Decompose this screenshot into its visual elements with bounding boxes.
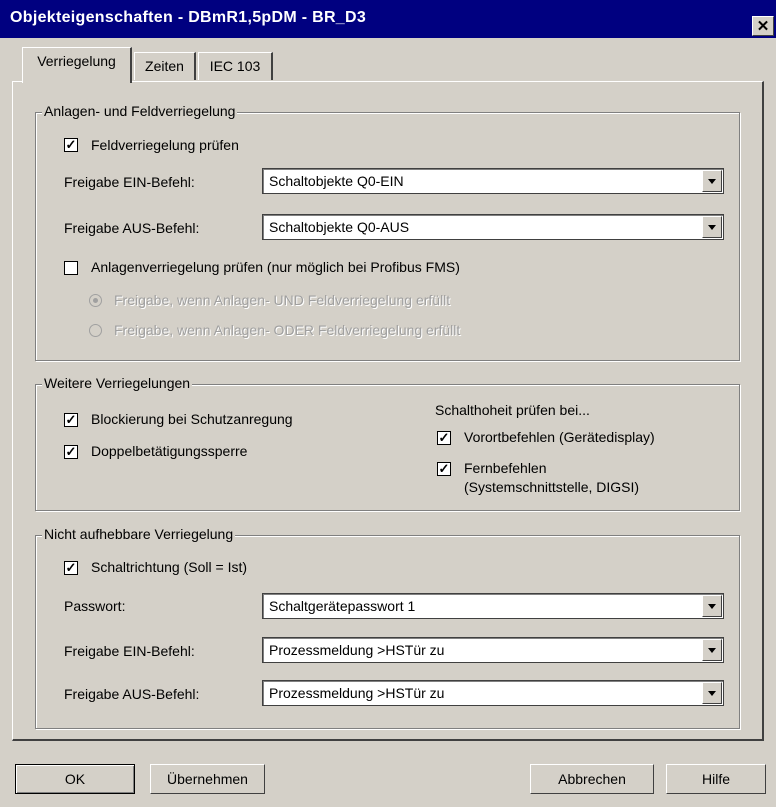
group-title: Anlagen- und Feldverriegelung: [42, 103, 238, 119]
doppelbetaetigung-label: Doppelbetätigungssperre: [91, 443, 248, 459]
window-title: Objekteigenschaften - DBmR1,5pDM - BR_D3: [10, 9, 367, 26]
freigabe-aus-select[interactable]: Schaltobjekte Q0-AUS: [262, 214, 724, 240]
freigabe-aus-label: Freigabe AUS-Befehl:: [64, 220, 200, 236]
freigabe-aus-value: Schaltobjekte Q0-AUS: [269, 219, 410, 235]
freigabe-ein-select[interactable]: Schaltobjekte Q0-EIN: [262, 168, 724, 194]
nicht-aufhebbar-aus-select[interactable]: Prozessmeldung >HSTür zu: [262, 680, 724, 706]
feldverriegelung-label: Feldverriegelung prüfen: [91, 137, 239, 153]
cancel-button[interactable]: Abbrechen: [530, 764, 654, 794]
nicht-aufhebbar-ein-value: Prozessmeldung >HSTür zu: [269, 642, 445, 658]
vorortbefehlen-label: Vorortbefehlen (Gerätedisplay): [464, 429, 655, 445]
fernbefehlen-sublabel: (Systemschnittstelle, DIGSI): [464, 479, 640, 495]
radio-oder-label: Freigabe, wenn Anlagen- ODER Feldverrieg…: [114, 322, 461, 338]
passwort-label: Passwort:: [64, 598, 126, 614]
group-title: Nicht aufhebbare Verriegelung: [42, 526, 236, 542]
freigabe-ein-value: Schaltobjekte Q0-EIN: [269, 173, 404, 189]
radio-und[interactable]: [89, 294, 102, 307]
schaltrichtung-label: Schaltrichtung (Soll = Ist): [91, 559, 248, 575]
help-button[interactable]: Hilfe: [666, 764, 766, 794]
apply-button[interactable]: Übernehmen: [150, 764, 265, 794]
vorortbefehlen-checkbox[interactable]: ✓: [437, 431, 451, 445]
tab-verriegelung[interactable]: Verriegelung: [22, 47, 132, 83]
radio-oder[interactable]: [89, 324, 102, 337]
passwort-value: Schaltgerätepasswort 1: [269, 598, 416, 614]
freigabe-ein-label: Freigabe EIN-Befehl:: [64, 174, 195, 190]
tab-zeiten[interactable]: Zeiten: [134, 52, 196, 80]
passwort-select[interactable]: Schaltgerätepasswort 1: [262, 593, 724, 619]
chevron-down-icon[interactable]: [702, 170, 722, 192]
properties-dialog: Objekteigenschaften - DBmR1,5pDM - BR_D3…: [0, 0, 776, 807]
anlagenverriegelung-checkbox[interactable]: [64, 261, 78, 275]
nicht-aufhebbar-ein-label: Freigabe EIN-Befehl:: [64, 643, 195, 659]
blockierung-checkbox[interactable]: ✓: [64, 413, 78, 427]
blockierung-label: Blockierung bei Schutzanregung: [91, 411, 293, 427]
schalthoheit-title: Schalthoheit prüfen bei...: [435, 402, 590, 418]
chevron-down-icon[interactable]: [702, 595, 722, 617]
nicht-aufhebbar-aus-value: Prozessmeldung >HSTür zu: [269, 685, 445, 701]
fernbefehlen-checkbox[interactable]: ✓: [437, 462, 451, 476]
close-button[interactable]: ✕: [752, 16, 774, 36]
nicht-aufhebbar-aus-label: Freigabe AUS-Befehl:: [64, 686, 200, 702]
feldverriegelung-checkbox[interactable]: ✓: [64, 138, 78, 152]
ok-button[interactable]: OK: [15, 764, 135, 794]
schaltrichtung-checkbox[interactable]: ✓: [64, 561, 78, 575]
chevron-down-icon[interactable]: [702, 216, 722, 238]
fernbefehlen-label: Fernbefehlen: [464, 460, 547, 476]
chevron-down-icon[interactable]: [702, 682, 722, 704]
chevron-down-icon[interactable]: [702, 639, 722, 661]
anlagenverriegelung-label: Anlagenverriegelung prüfen (nur möglich …: [91, 259, 460, 275]
radio-und-label: Freigabe, wenn Anlagen- UND Feldverriege…: [114, 292, 451, 308]
title-bar: Objekteigenschaften - DBmR1,5pDM - BR_D3…: [0, 0, 776, 38]
tab-iec103[interactable]: IEC 103: [198, 52, 273, 80]
nicht-aufhebbar-ein-select[interactable]: Prozessmeldung >HSTür zu: [262, 637, 724, 663]
group-title: Weitere Verriegelungen: [42, 375, 193, 391]
doppelbetaetigung-checkbox[interactable]: ✓: [64, 445, 78, 459]
